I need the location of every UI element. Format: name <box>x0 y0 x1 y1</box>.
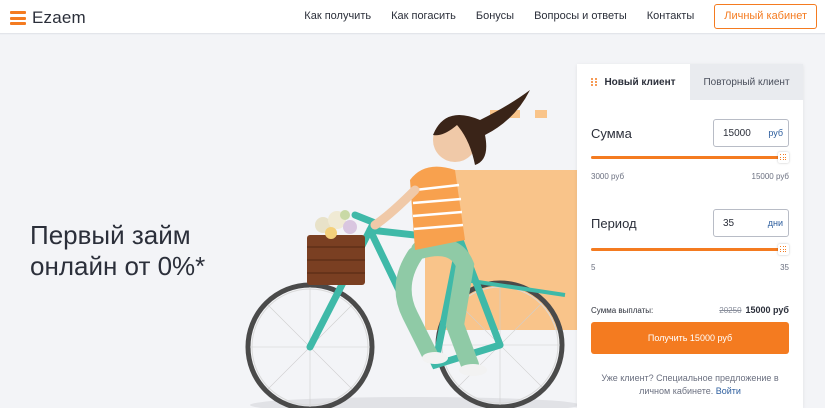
logo-icon <box>10 11 26 25</box>
hero-title: Первый займ онлайн от 0%* <box>30 220 270 282</box>
logo-text: Ezaem <box>32 8 86 27</box>
nav-how-to-repay[interactable]: Как погасить <box>391 4 456 29</box>
amount-row: Сумма руб <box>591 119 789 147</box>
amount-unit: руб <box>768 128 783 138</box>
login-link[interactable]: Войти <box>716 386 741 396</box>
tab-new-client[interactable]: Новый клиент <box>577 64 690 100</box>
loan-calculator: Новый клиент Повторный клиент Сумма руб … <box>577 64 803 408</box>
site-header: Ezaem Как получить Как погасить Бонусы В… <box>0 0 825 34</box>
period-min: 5 <box>591 263 596 272</box>
total-row: Сумма выплаты: 20250 15000 руб <box>591 305 789 315</box>
amount-field[interactable]: руб <box>713 119 789 147</box>
tab-returning-client[interactable]: Повторный клиент <box>690 64 803 100</box>
nav-faq[interactable]: Вопросы и ответы <box>534 4 627 29</box>
main-nav: Как получить Как погасить Бонусы Вопросы… <box>304 4 817 29</box>
amount-min: 3000 руб <box>591 172 625 181</box>
nav-how-to-get[interactable]: Как получить <box>304 4 371 29</box>
total-values: 20250 15000 руб <box>719 305 789 315</box>
returning-note-text: Уже клиент? Специальное предложение в ли… <box>601 373 779 396</box>
total-new-value: 15000 руб <box>745 305 789 315</box>
get-loan-button[interactable]: Получить 15000 руб <box>591 322 789 354</box>
flowers <box>315 210 357 239</box>
tab-new-client-label: Новый клиент <box>604 76 676 88</box>
period-slider-handle[interactable] <box>778 244 789 255</box>
amount-slider-fill <box>591 156 789 159</box>
period-slider[interactable] <box>591 244 789 256</box>
nav-contacts[interactable]: Контакты <box>647 4 695 29</box>
period-max: 35 <box>780 263 789 272</box>
tab-returning-client-label: Повторный клиент <box>703 76 790 88</box>
total-old-value: 20250 <box>719 305 742 315</box>
period-unit: дни <box>767 218 783 228</box>
amount-slider[interactable] <box>591 152 789 164</box>
period-slider-fill <box>591 248 789 251</box>
period-range: 5 35 <box>591 263 789 272</box>
returning-client-note: Уже клиент? Специальное предложение в ли… <box>591 372 789 398</box>
amount-input[interactable] <box>723 127 763 139</box>
client-tabs: Новый клиент Повторный клиент <box>577 64 803 100</box>
personal-cabinet-button[interactable]: Личный кабинет <box>714 4 817 29</box>
amount-label: Сумма <box>591 125 632 141</box>
period-row: Период дни <box>591 209 789 237</box>
amount-slider-handle[interactable] <box>778 152 789 163</box>
total-label: Сумма выплаты: <box>591 305 654 315</box>
logo[interactable]: Ezaem <box>10 8 86 28</box>
hero-title-line2: онлайн от 0%* <box>30 251 206 281</box>
grip-icon <box>591 77 598 87</box>
amount-range: 3000 руб 15000 руб <box>591 172 789 181</box>
hero-illustration <box>245 90 585 408</box>
period-field[interactable]: дни <box>713 209 789 237</box>
nav-bonuses[interactable]: Бонусы <box>476 4 514 29</box>
bg-orange-stripe-small <box>535 110 547 118</box>
period-label: Период <box>591 215 637 231</box>
hero-title-line1: Первый займ <box>30 220 191 250</box>
period-input[interactable] <box>723 217 763 229</box>
amount-max: 15000 руб <box>751 172 790 181</box>
